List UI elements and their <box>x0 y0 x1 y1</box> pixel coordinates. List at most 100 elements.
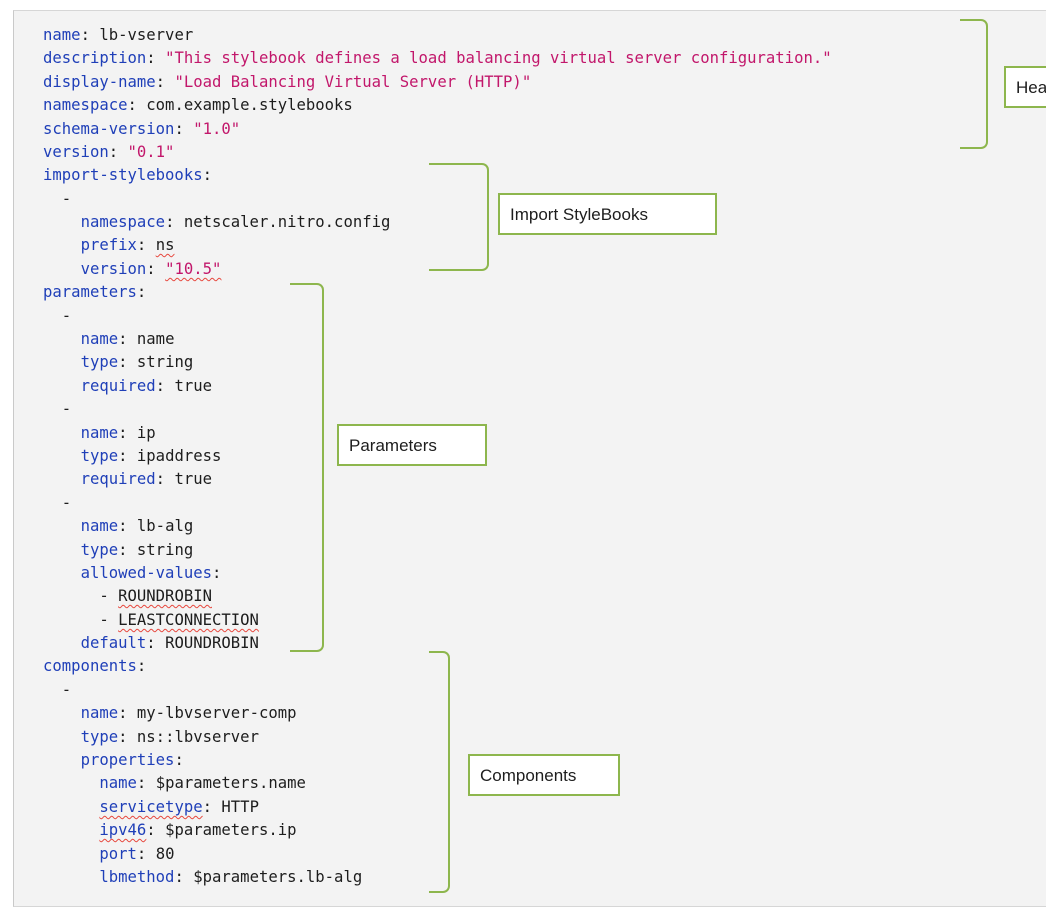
code-line-import-prefix: prefix: ns <box>80 236 175 254</box>
yaml-value: ROUNDROBIN <box>165 634 259 652</box>
yaml-value: true <box>174 377 213 395</box>
yaml-key: servicetype <box>99 798 203 816</box>
code-line-property: port: 80 <box>99 845 175 863</box>
yaml-key: name <box>80 517 119 535</box>
yaml-key: description <box>43 49 147 67</box>
yaml-key: allowed-values <box>80 564 212 582</box>
code-line-dash: - <box>43 678 71 702</box>
yaml-list-dash: - <box>61 307 72 325</box>
yaml-key: required <box>80 377 156 395</box>
yaml-list-dash: - <box>61 400 72 418</box>
yaml-key: version <box>43 143 109 161</box>
code-line-property: ipv46: $parameters.ip <box>99 821 297 839</box>
parameters-label: Parameters <box>337 424 487 466</box>
yaml-value: name <box>136 330 175 348</box>
yaml-key: version <box>80 260 147 278</box>
code-line-description: description: "This stylebook defines a l… <box>43 49 832 67</box>
yaml-value: HTTP <box>221 798 259 816</box>
components-label: Components <box>468 754 620 796</box>
yaml-key: namespace <box>80 213 166 231</box>
code-line-param-type: type: string <box>80 353 194 371</box>
code-line-import-namespace: namespace: netscaler.nitro.config <box>80 213 391 231</box>
yaml-value: LEASTCONNECTION <box>118 611 259 629</box>
yaml-string-value: "1.0" <box>193 120 241 138</box>
yaml-value: $parameters.lb-alg <box>193 868 363 886</box>
yaml-string-value: "0.1" <box>127 143 175 161</box>
yaml-value: ns::lbvserver <box>136 728 259 746</box>
yaml-key: type <box>80 447 119 465</box>
code-line-dash: - <box>43 491 71 515</box>
code-line-param-required: required: true <box>80 377 213 395</box>
yaml-key: schema-version <box>43 120 175 138</box>
parameters-bracket <box>290 283 324 652</box>
code-line-components: components: <box>43 657 147 675</box>
yaml-value: ip <box>136 424 156 442</box>
yaml-key: name <box>80 424 119 442</box>
yaml-key: prefix <box>80 236 137 254</box>
yaml-value: com.example.stylebooks <box>146 96 353 114</box>
code-line-property: name: $parameters.name <box>99 774 306 792</box>
code-line-property: lbmethod: $parameters.lb-alg <box>99 868 363 886</box>
yaml-value: netscaler.nitro.config <box>183 213 391 231</box>
yaml-value: ROUNDROBIN <box>118 587 212 605</box>
yaml-key: name <box>43 26 81 44</box>
yaml-key: ipv46 <box>99 821 147 839</box>
code-line-property: servicetype: HTTP <box>99 798 259 816</box>
yaml-key: name <box>80 704 119 722</box>
code-line-component-type: type: ns::lbvserver <box>80 728 259 746</box>
yaml-key: name <box>99 774 137 792</box>
yaml-key: port <box>99 845 137 863</box>
code-line-param-default: default: ROUNDROBIN <box>80 634 259 652</box>
yaml-key: lbmethod <box>99 868 175 886</box>
code-line-param-type: type: ipaddress <box>80 447 222 465</box>
yaml-string-value: "Load Balancing Virtual Server (HTTP)" <box>174 73 532 91</box>
code-line-namespace: namespace: com.example.stylebooks <box>43 96 353 114</box>
yaml-value: string <box>136 541 194 559</box>
import-stylebooks-bracket <box>429 163 489 271</box>
yaml-value: my-lbvserver-comp <box>136 704 297 722</box>
yaml-key: namespace <box>43 96 128 114</box>
components-bracket <box>429 651 450 893</box>
yaml-key: type <box>80 728 119 746</box>
yaml-value: $parameters.name <box>155 774 306 792</box>
yaml-key: components <box>43 657 137 675</box>
yaml-key: properties <box>80 751 175 769</box>
code-line-import-stylebooks: import-stylebooks: <box>43 166 212 184</box>
yaml-value: lb-vserver <box>99 26 194 44</box>
code-line-param-name: name: name <box>80 330 175 348</box>
code-line-version: version: "0.1" <box>43 143 175 161</box>
code-line-param-required: required: true <box>80 470 213 488</box>
yaml-key: display-name <box>43 73 156 91</box>
header-label: Header <box>1004 66 1046 108</box>
code-line-dash: - <box>43 304 71 328</box>
code-line-component-name: name: my-lbvserver-comp <box>80 704 297 722</box>
yaml-value: string <box>136 353 194 371</box>
code-line-dash: - <box>43 187 71 211</box>
code-line-parameters: parameters: <box>43 283 147 301</box>
yaml-value: ns <box>155 236 175 254</box>
yaml-key: required <box>80 470 156 488</box>
yaml-value: lb-alg <box>136 517 194 535</box>
code-line-dash: - <box>43 397 71 421</box>
yaml-value: 80 <box>155 845 175 863</box>
code-line-schema-version: schema-version: "1.0" <box>43 120 241 138</box>
yaml-key: import-stylebooks <box>43 166 203 184</box>
yaml-list-dash: - <box>61 681 72 699</box>
code-line-param-allowed-values: allowed-values: <box>80 564 222 582</box>
code-line-param-name: name: lb-alg <box>80 517 194 535</box>
yaml-key: parameters <box>43 283 137 301</box>
yaml-value: $parameters.ip <box>165 821 297 839</box>
yaml-key: type <box>80 541 119 559</box>
yaml-list-dash: - <box>61 494 72 512</box>
import-stylebooks-label: Import StyleBooks <box>498 193 717 235</box>
yaml-value: true <box>174 470 213 488</box>
code-line-display-name: display-name: "Load Balancing Virtual Se… <box>43 73 532 91</box>
header-bracket <box>960 19 988 149</box>
code-line-allowed-value: - ROUNDROBIN <box>43 587 212 605</box>
code-line-param-name: name: ip <box>80 424 156 442</box>
code-line-name: name: lb-vserver <box>43 26 194 44</box>
yaml-value: ipaddress <box>136 447 222 465</box>
code-line-allowed-value: - LEASTCONNECTION <box>43 611 259 629</box>
code-line-import-version: version: "10.5" <box>80 260 222 278</box>
yaml-key: type <box>80 353 119 371</box>
